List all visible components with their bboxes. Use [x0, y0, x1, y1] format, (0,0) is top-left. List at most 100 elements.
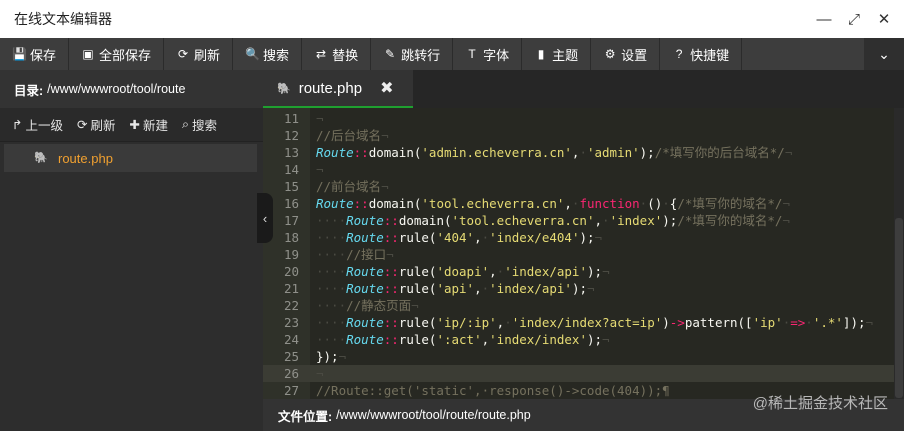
save-all-icon: ▣ — [82, 47, 94, 61]
theme-label: 主题 — [552, 47, 579, 63]
code-line[interactable]: 11 ¬ — [263, 110, 904, 127]
line-number: 26 — [263, 365, 299, 382]
code-line[interactable]: 25});¬ — [263, 348, 904, 365]
line-number: 25 — [283, 349, 299, 364]
close-icon[interactable]: ✕ — [874, 9, 894, 29]
plus-icon: ✚ — [129, 118, 140, 132]
chevron-down-icon[interactable]: ⌄ — [864, 38, 904, 70]
line-text: ¬ — [316, 366, 324, 381]
line-text: ····Route::rule('api',·'index/api');¬ — [316, 281, 595, 296]
line-number: 24 — [283, 332, 299, 347]
sidebar-refresh-label: 刷新 — [90, 119, 116, 133]
line-text: ¬ — [316, 111, 324, 126]
parent-dir-label: 上一级 — [25, 119, 63, 133]
line-number: 14 — [283, 162, 299, 177]
window-controls: — ⤢ ✕ — [814, 0, 894, 38]
search-label: 搜索 — [263, 47, 290, 63]
php-file-icon: 🐘 — [34, 152, 48, 164]
line-number: 19 — [283, 247, 299, 262]
arrow-up-icon: ↱ — [12, 118, 23, 132]
directory-path: 目录: /www/wwwroot/tool/route — [0, 70, 263, 108]
code-line[interactable]: 20 ····Route::rule('doapi',·'index/api');… — [263, 263, 904, 280]
line-number: 23 — [283, 315, 299, 330]
replace-button[interactable]: ⇄ 替换 — [302, 38, 372, 70]
replace-icon: ⇄ — [316, 47, 327, 61]
save-all-button[interactable]: ▣ 全部保存 — [69, 38, 165, 70]
goto-line-button[interactable]: ✎ 跳转行 — [371, 38, 454, 70]
save-icon: 💾 — [12, 47, 27, 61]
theme-button[interactable]: ▮ 主题 — [522, 38, 592, 70]
line-number: 15 — [283, 179, 299, 194]
line-number: 11 — [283, 111, 299, 126]
line-number: 20 — [283, 264, 299, 279]
shortcuts-button[interactable]: ? 快捷键 — [660, 38, 743, 70]
directory-label: 目录: — [14, 83, 44, 98]
search-button[interactable]: 🔍 搜索 — [233, 38, 303, 70]
replace-label: 替换 — [332, 47, 359, 63]
tab-bar: 🐘 route.php ✖ — [263, 70, 904, 108]
collapse-sidebar-icon[interactable]: ‹ — [257, 193, 273, 243]
close-tab-icon[interactable]: ✖ — [380, 78, 393, 98]
parent-dir-button[interactable]: ↱ 上一级 — [12, 115, 63, 134]
line-text: //Route::get('static',·response()->code(… — [316, 383, 670, 398]
font-label: 字体 — [483, 47, 510, 63]
code-line[interactable]: 26 ¬ — [263, 365, 904, 382]
save-all-label: 全部保存 — [99, 47, 152, 63]
shortcuts-label: 快捷键 — [690, 47, 730, 63]
line-text: //前台域名¬ — [316, 179, 389, 194]
code-line[interactable]: 13 Route::domain('admin.echeverra.cn',·'a… — [263, 144, 904, 161]
vertical-scrollbar[interactable] — [894, 108, 904, 399]
code-line[interactable]: 22 ····//静态页面¬ — [263, 297, 904, 314]
code-line[interactable]: 12 //后台域名¬ — [263, 127, 904, 144]
code-line[interactable]: 16 Route::domain('tool.echeverra.cn',·fun… — [263, 195, 904, 212]
line-text: ····//接口¬ — [316, 247, 394, 262]
scroll-thumb[interactable] — [895, 218, 903, 398]
window-title: 在线文本编辑器 — [14, 11, 112, 27]
save-label: 保存 — [30, 47, 57, 63]
new-file-button[interactable]: ✚ 新建 — [130, 115, 169, 134]
maximize-icon[interactable]: ⤢ — [844, 9, 864, 29]
font-button[interactable]: T 字体 — [453, 38, 523, 70]
line-text: Route::domain('admin.echeverra.cn',·'adm… — [316, 145, 793, 160]
file-item-route-php[interactable]: 🐘 route.php — [4, 144, 257, 172]
minimize-icon[interactable]: — — [814, 9, 834, 29]
line-text: ····//静态页面¬ — [316, 298, 419, 313]
gear-icon: ⚙ — [604, 47, 616, 61]
php-file-icon: 🐘 — [277, 82, 291, 95]
title-bar: 在线文本编辑器 — ⤢ ✕ — [0, 0, 904, 38]
code-line[interactable]: 21 ····Route::rule('api',·'index/api');¬ — [263, 280, 904, 297]
code-line[interactable]: 17 ····Route::domain('tool.echeverra.cn',… — [263, 212, 904, 229]
font-icon: T — [468, 47, 476, 61]
sidebar-refresh-button[interactable]: ⟳ 刷新 — [77, 115, 116, 134]
line-text: ····Route::rule('doapi',·'index/api');¬ — [316, 264, 610, 279]
tab-route-php[interactable]: 🐘 route.php ✖ — [263, 70, 413, 108]
line-text: ····Route::rule('ip/:ip',·'index/index?a… — [316, 315, 874, 330]
help-icon: ? — [675, 47, 683, 61]
settings-button[interactable]: ⚙ 设置 — [591, 38, 661, 70]
sidebar-search-label: 搜索 — [192, 119, 218, 133]
code-lines: 11 ¬ 12//后台域名¬ 13 Route::domain('admin.echev… — [263, 110, 904, 399]
code-line[interactable]: 14 ¬ — [263, 161, 904, 178]
save-button[interactable]: 💾 保存 — [0, 38, 70, 70]
code-line[interactable]: 24 ····Route::rule(':act','index/index');… — [263, 331, 904, 348]
directory-value: /www/wwwroot/tool/route — [47, 82, 186, 96]
refresh-button[interactable]: ⟳ 刷新 — [164, 38, 234, 70]
line-text: ····Route::domain('tool.echeverra.cn',·'… — [316, 213, 790, 228]
line-text: ····Route::rule(':act','index/index');¬ — [316, 332, 610, 347]
line-number: 21 — [283, 281, 299, 296]
file-location-label: 文件位置: — [278, 409, 333, 424]
code-line[interactable]: 23 ····Route::rule('ip/:ip',·'index/index… — [263, 314, 904, 331]
sidebar-search-button[interactable]: ⌕ 搜索 — [182, 115, 217, 134]
goto-line-label: 跳转行 — [401, 47, 441, 63]
new-file-label: 新建 — [142, 119, 168, 133]
line-number: 27 — [283, 383, 299, 398]
code-line[interactable]: 18 ····Route::rule('404',·'index/e404');¬ — [263, 229, 904, 246]
code-line[interactable]: 15 //前台域名¬ — [263, 178, 904, 195]
code-line[interactable]: 19 ····//接口¬ — [263, 246, 904, 263]
file-name: route.php — [58, 150, 113, 166]
search-icon: 🔍 — [245, 47, 260, 61]
tab-label: route.php — [298, 79, 363, 97]
line-number: 12 — [283, 128, 299, 143]
code-editor[interactable]: 11 ¬ 12//后台域名¬ 13 Route::domain('admin.echev… — [263, 108, 904, 399]
line-number: 13 — [283, 145, 299, 160]
